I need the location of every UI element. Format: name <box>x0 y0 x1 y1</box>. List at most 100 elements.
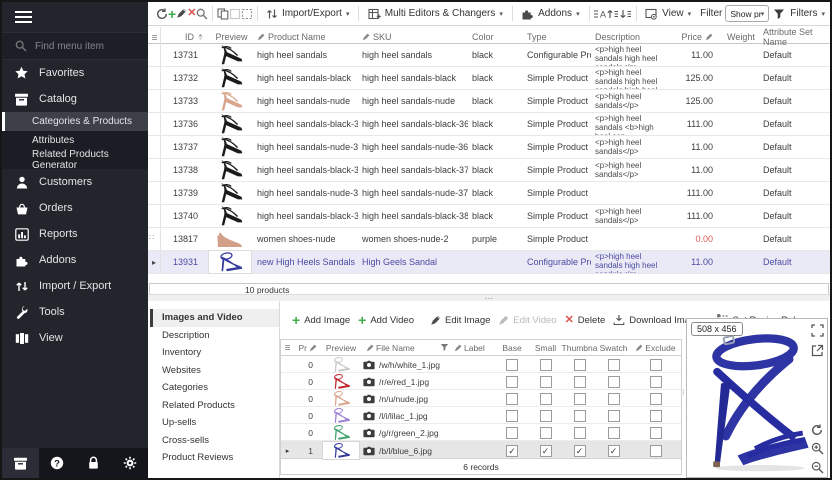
sidebar-search-input[interactable]: Find menu item <box>2 32 148 60</box>
checkbox[interactable] <box>650 393 662 405</box>
sidebar-item-import-export[interactable]: Import / Export <box>2 273 148 299</box>
checkbox[interactable] <box>540 427 552 439</box>
product-row-13739[interactable]: 13739high heel sandals-nude-37high heel … <box>148 182 830 205</box>
tab-related-products[interactable]: Related Products <box>150 397 279 415</box>
checkbox[interactable] <box>540 359 552 371</box>
sidebar-item-addons[interactable]: Addons <box>2 247 148 273</box>
delete-product-button[interactable]: ✕ <box>187 5 196 23</box>
zoom-out-button[interactable] <box>810 460 824 474</box>
sidebar-item-favorites[interactable]: Favorites <box>2 60 148 86</box>
column-header-swatch[interactable]: Swatch <box>597 340 630 355</box>
tab-inventory[interactable]: Inventory <box>150 344 279 362</box>
checkbox[interactable] <box>506 359 518 371</box>
column-header-weight[interactable]: Weight <box>723 27 759 47</box>
product-row-13733[interactable]: 13733high heel sandals-nudehigh heel san… <box>148 90 830 113</box>
hamburger-button[interactable] <box>2 2 148 32</box>
checkbox[interactable] <box>650 359 662 371</box>
checkbox[interactable] <box>506 376 518 388</box>
column-header-thumbnail[interactable]: Thumbna <box>562 340 597 355</box>
checkbox[interactable] <box>574 410 586 422</box>
column-header-exclude[interactable]: Exclude <box>630 340 681 355</box>
delete-image-button[interactable]: ✕Delete <box>561 311 610 329</box>
add-video-button[interactable]: +Add Video <box>354 311 418 329</box>
column-header-preview[interactable]: Preview <box>319 340 363 355</box>
zoom-in-button[interactable] <box>810 441 824 455</box>
view-menu[interactable]: View ▾ <box>640 5 696 23</box>
checkbox[interactable] <box>574 376 586 388</box>
product-row-13732[interactable]: 13732high heel sandals-blackhigh heel sa… <box>148 67 830 90</box>
checkbox[interactable]: ✓ <box>506 445 518 457</box>
column-header-color[interactable]: Color <box>468 27 523 47</box>
column-header-price[interactable]: Price <box>668 27 723 47</box>
panel-splitter-handle[interactable]: ⁝ <box>682 389 684 397</box>
refresh-button[interactable] <box>156 5 168 23</box>
checkbox[interactable] <box>650 376 662 388</box>
column-header-id[interactable]: ID <box>161 27 206 47</box>
fit-to-window-button[interactable] <box>810 323 824 337</box>
image-row-red_1.jpg[interactable]: 0/r/e/red_1.jpg <box>281 373 681 390</box>
checkbox[interactable] <box>608 410 620 422</box>
image-row-nude.jpg[interactable]: 0/n/u/nude.jpg <box>281 390 681 407</box>
open-external-button[interactable] <box>810 343 824 357</box>
product-row-13740[interactable]: 13740high heel sandals-black-38high heel… <box>148 205 830 228</box>
sidebar-subitem-attributes[interactable]: Attributes <box>2 131 148 150</box>
column-header-pr[interactable]: Pr <box>294 340 319 355</box>
image-row-blue_6.jpg[interactable]: ▸1/b/l/blue_6.jpg✓✓✓✓ <box>281 441 681 458</box>
checkbox[interactable]: ✓ <box>540 445 552 457</box>
sidebar-item-catalog[interactable]: Catalog <box>2 86 148 112</box>
store-button[interactable] <box>2 448 39 478</box>
edit-video-button[interactable]: Edit Video <box>494 311 560 329</box>
product-row-13817[interactable]: 13817women shoes-nudewomen shoes-nude-2p… <box>148 228 830 251</box>
autofit-columns-button[interactable]: A <box>593 5 606 23</box>
column-header-base[interactable]: Base <box>495 340 529 355</box>
move-down-button[interactable] <box>619 5 632 23</box>
settings-button[interactable] <box>112 456 148 470</box>
multi-editors-menu[interactable]: Multi Editors & Changers ▾ <box>363 5 508 23</box>
tab-cross-sells[interactable]: Cross-sells <box>150 432 279 450</box>
addons-menu[interactable]: Addons ▾ <box>516 5 584 23</box>
column-header-small[interactable]: Small <box>529 340 562 355</box>
sidebar-item-reports[interactable]: Reports <box>2 221 148 247</box>
image-row-green_2.jpg[interactable]: 0/g/r/green_2.jpg <box>281 424 681 441</box>
help-button[interactable]: ? <box>39 456 75 470</box>
product-row-13731[interactable]: 13731high heel sandalshigh heel sandalsb… <box>148 44 830 67</box>
checkbox[interactable] <box>608 393 620 405</box>
tab-product-reviews[interactable]: Product Reviews <box>150 449 279 467</box>
checkbox[interactable] <box>540 410 552 422</box>
image-row-white_1.jpg[interactable]: 0/w/h/white_1.jpg <box>281 356 681 373</box>
column-header-label[interactable]: Label <box>451 340 495 355</box>
copy-button[interactable] <box>217 5 229 23</box>
checkbox[interactable] <box>506 393 518 405</box>
checkbox[interactable]: ✓ <box>574 445 586 457</box>
checkbox[interactable] <box>608 359 620 371</box>
paste-special-button[interactable] <box>241 5 253 23</box>
product-row-13737[interactable]: 13737high heel sandals-nude-36high heel … <box>148 136 830 159</box>
checkbox[interactable] <box>608 427 620 439</box>
move-up-button[interactable] <box>606 5 619 23</box>
checkbox[interactable] <box>650 427 662 439</box>
tab-up-sells[interactable]: Up-sells <box>150 414 279 432</box>
rotate-button[interactable] <box>810 423 824 437</box>
checkbox[interactable] <box>540 376 552 388</box>
tab-categories[interactable]: Categories <box>150 379 279 397</box>
import-export-menu[interactable]: Import/Export ▾ <box>261 5 355 23</box>
column-header-file-name[interactable]: File Name <box>363 340 451 355</box>
sidebar-item-view[interactable]: View <box>2 325 148 351</box>
filters-funnel-button[interactable] <box>773 5 785 23</box>
add-image-button[interactable]: +Add Image <box>288 311 354 329</box>
checkbox[interactable] <box>650 445 662 457</box>
checkbox[interactable] <box>506 427 518 439</box>
search-products-button[interactable] <box>196 5 208 23</box>
checkbox[interactable] <box>574 359 586 371</box>
checkbox[interactable] <box>608 376 620 388</box>
checkbox[interactable]: ✓ <box>608 445 620 457</box>
sidebar-subitem-categories-products[interactable]: Categories & Products <box>2 112 148 131</box>
sidebar-subitem-related-products-generator[interactable]: Related Products Generator <box>2 150 148 169</box>
paste-button[interactable] <box>229 5 241 23</box>
filter-select[interactable]: Show products from selected categories ▾ <box>725 5 769 22</box>
column-header-product-name[interactable]: Product Name <box>253 27 358 47</box>
tab-images-and-video[interactable]: Images and Video <box>150 309 279 327</box>
column-header-sku[interactable]: SKU <box>358 27 468 47</box>
splitter-handle[interactable]: ∷ <box>149 234 153 242</box>
sidebar-item-orders[interactable]: Orders <box>2 195 148 221</box>
